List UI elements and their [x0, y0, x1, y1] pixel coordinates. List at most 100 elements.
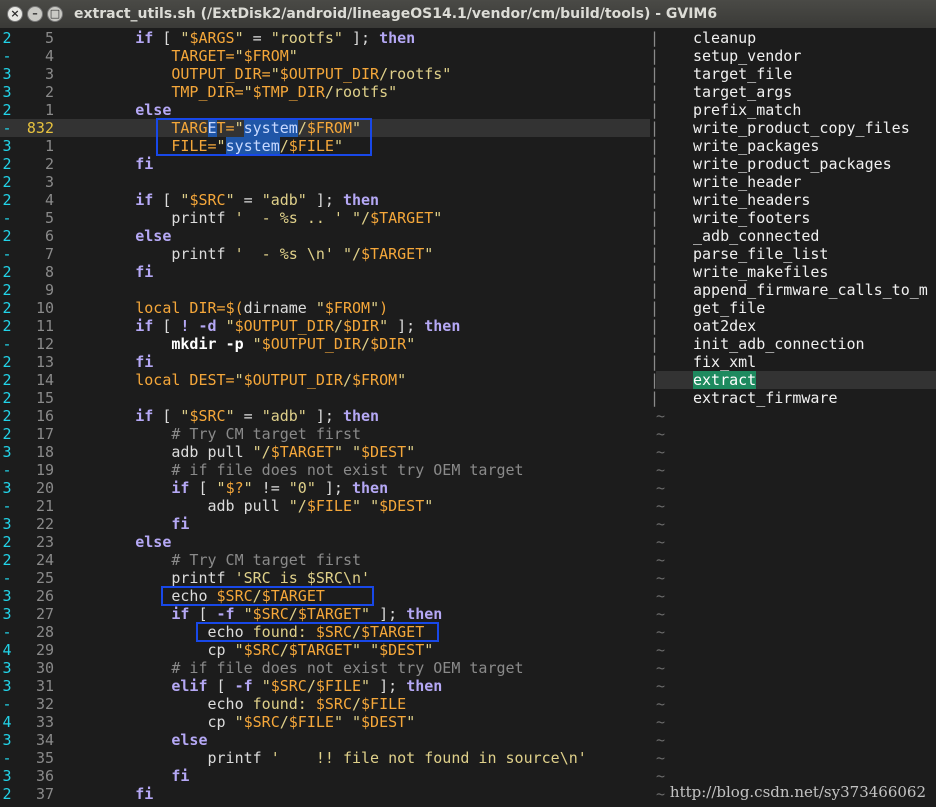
fold-indicator: 2 — [2, 191, 12, 209]
code-token: $FROM — [306, 119, 352, 137]
code-line[interactable]: - 25 printf 'SRC is $SRC\n' — [0, 569, 650, 587]
code-line[interactable]: 3 34 else — [0, 731, 650, 749]
code-line[interactable]: -4 TARGET="$FROM" — [0, 47, 650, 65]
minimize-window-button[interactable]: – — [27, 6, 43, 22]
code-line[interactable]: 4 33 cp "$SRC/$FILE" "$DEST" — [0, 713, 650, 731]
code-line[interactable]: 3 22 fi — [0, 515, 650, 533]
taglist-item[interactable]: init_adb_connection — [693, 335, 865, 353]
code-line[interactable]: 2 13 fi — [0, 353, 650, 371]
taglist-item[interactable]: target_args — [693, 83, 792, 101]
code-line[interactable]: 2 5 if [ "$ARGS" = "rootfs" ]; then — [0, 29, 650, 47]
code-line[interactable]: 31 FILE="system/$FILE" — [0, 137, 650, 155]
code-token: "0" — [288, 479, 316, 497]
line-number: 8 — [44, 263, 54, 281]
code-line[interactable]: 2 15 — [0, 389, 650, 407]
code-token: ]; — [315, 479, 352, 497]
code-line[interactable]: 2 6 else — [0, 227, 650, 245]
code-line[interactable]: 2 24 # Try CM target first — [0, 551, 650, 569]
maximize-window-button[interactable]: □ — [47, 6, 63, 22]
code-line[interactable]: 2 2 fi — [0, 155, 650, 173]
code-line[interactable]: -21 adb pull "/$FILE" "$DEST" — [0, 497, 650, 515]
line-number: 832 — [26, 119, 54, 137]
taglist-item[interactable]: write_footers — [693, 209, 810, 227]
code-line[interactable]: 4 29 cp "$SRC/$TARGET" "$DEST" — [0, 641, 650, 659]
fold-indicator: 3 — [2, 137, 12, 155]
taglist-item-active[interactable]: extract — [693, 371, 757, 389]
line-number: 33 — [35, 713, 54, 731]
code-line[interactable]: - 32 echo found: $SRC/$FILE — [0, 695, 650, 713]
code-line[interactable]: 2 8 fi — [0, 263, 650, 281]
taglist-item[interactable]: prefix_match — [693, 101, 801, 119]
code-line[interactable]: 2 1 else — [0, 101, 650, 119]
code-token: system — [225, 137, 280, 155]
taglist-item[interactable]: write_header — [693, 173, 801, 191]
code-line[interactable]: 2 23 else — [0, 533, 650, 551]
code-pane[interactable]: 25 if [ "$ARGS" = "rootfs" ]; then -4 TAR… — [0, 28, 650, 807]
code-line[interactable]: 3 2 TMP_DIR="$TMP_DIR/rootfs" — [0, 83, 650, 101]
code-line-current[interactable]: -832 TARGET="system/$FROM" — [0, 119, 650, 137]
taglist-item[interactable]: cleanup — [693, 29, 756, 47]
taglist-item[interactable]: _adb_connected — [693, 227, 819, 245]
code-line[interactable]: - 5 printf ' - %s .. ' "/$TARGET" — [0, 209, 650, 227]
taglist-item[interactable]: write_product_packages — [693, 155, 892, 173]
taglist-item[interactable]: write_packages — [693, 137, 819, 155]
code-text: FILE="system/$FILE" — [63, 137, 343, 155]
code-line[interactable]: 3 20 if [ "$?" != "0" ]; then — [0, 479, 650, 497]
code-line[interactable]: - 35 printf ' !! file not found in source… — [0, 749, 650, 767]
code-line[interactable]: - 28 echo found: $SRC/$TARGET — [0, 623, 650, 641]
code-token: / — [279, 137, 289, 155]
fold-indicator: 2 — [2, 389, 12, 407]
code-token: TMP_DIR= — [171, 83, 244, 101]
vim-editor[interactable]: 25 if [ "$ARGS" = "rootfs" ]; then -4 TAR… — [0, 28, 936, 807]
code-text: elif [ -f "$SRC/$FILE" ]; then — [63, 677, 442, 695]
code-token: ]; — [370, 605, 407, 623]
code-line[interactable]: 2 37 fi — [0, 785, 650, 803]
code-line[interactable]: - 7 printf ' - %s \n' "/$TARGET" — [0, 245, 650, 263]
taglist-item[interactable]: write_headers — [693, 191, 810, 209]
code-token: else — [135, 533, 172, 551]
code-token: " — [352, 119, 362, 137]
taglist-item[interactable]: parse_file_list — [693, 245, 828, 263]
code-line[interactable]: 3 27 if [ -f "$SRC/$TARGET" ]; then — [0, 605, 650, 623]
line-number: 18 — [35, 443, 54, 461]
code-line[interactable]: -12 mkdir -p "$OUTPUT_DIR/$DIR" — [0, 335, 650, 353]
code-line[interactable]: 3 3 OUTPUT_DIR="$OUTPUT_DIR/rootfs" — [0, 65, 650, 83]
taglist-item[interactable]: append_firmware_calls_to_m — [693, 281, 928, 299]
code-line[interactable]: 2 14 local DEST="$OUTPUT_DIR/$FROM" — [0, 371, 650, 389]
code-token: found: — [252, 623, 316, 641]
code-line[interactable]: - 19 # if file does not exist try OEM tar… — [0, 461, 650, 479]
code-line[interactable]: 23 — [0, 173, 650, 191]
code-line[interactable]: 2 17 # Try CM target first — [0, 425, 650, 443]
code-token: ) — [379, 299, 389, 317]
line-number: 5 — [44, 29, 54, 47]
code-token: $TARGET — [297, 605, 362, 623]
code-line[interactable]: 3 30 # if file does not exist try OEM tar… — [0, 659, 650, 677]
taglist-item[interactable]: extract_firmware — [693, 389, 838, 407]
code-token: [ — [153, 191, 181, 209]
code-line[interactable]: 3 18 adb pull "/$TARGET" "$DEST" — [0, 443, 650, 461]
code-token: echo — [63, 623, 253, 641]
taglist-item[interactable]: get_file — [693, 299, 765, 317]
code-line[interactable]: 3 36 fi — [0, 767, 650, 785]
code-token: "/ — [252, 443, 271, 461]
code-token: $DEST — [361, 443, 407, 461]
code-line[interactable]: 2 11 if [ ! -d "$OUTPUT_DIR/$DIR" ]; then — [0, 317, 650, 335]
code-token: adb pull — [63, 443, 253, 461]
code-line[interactable]: 3 31 elif [ -f "$SRC/$FILE" ]; then — [0, 677, 650, 695]
taglist-item[interactable]: write_makefiles — [693, 263, 828, 281]
fold-indicator: 3 — [2, 443, 12, 461]
code-token: $TARGET — [361, 623, 425, 641]
taglist-item[interactable]: setup_vendor — [693, 47, 801, 65]
code-line[interactable]: 29 — [0, 281, 650, 299]
code-line[interactable]: 2 10 local DIR=$(dirname "$FROM") — [0, 299, 650, 317]
taglist-item[interactable]: fix_xml — [693, 353, 756, 371]
code-line[interactable]: 3 26 echo $SRC/$TARGET — [0, 587, 650, 605]
code-line[interactable]: 2 16 if [ "$SRC" = "adb" ]; then — [0, 407, 650, 425]
code-line[interactable]: 2 4 if [ "$SRC" = "adb" ]; then — [0, 191, 650, 209]
taglist-pane[interactable]: cleanup setup_vendor target_file target_arg… — [656, 28, 936, 807]
taglist-item[interactable]: write_product_copy_files — [693, 119, 910, 137]
close-window-button[interactable]: × — [7, 6, 23, 22]
taglist-item[interactable]: oat2dex — [693, 317, 756, 335]
taglist-item[interactable]: target_file — [693, 65, 792, 83]
